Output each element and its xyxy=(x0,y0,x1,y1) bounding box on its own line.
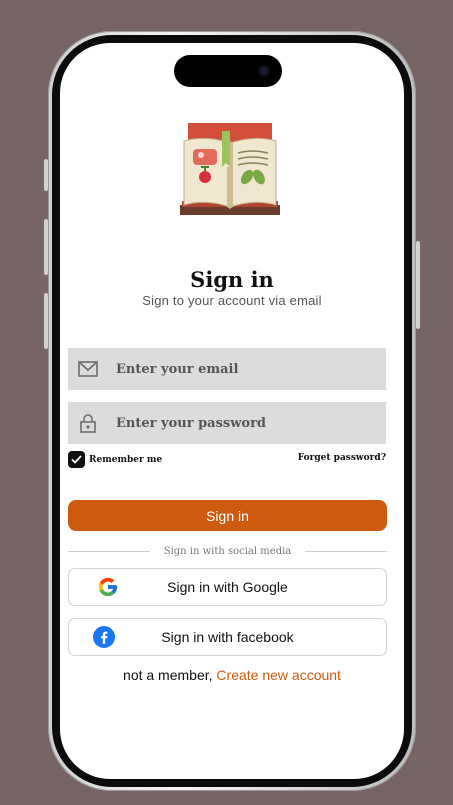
google-sign-in-button[interactable]: Sign in with Google xyxy=(68,568,387,606)
volume-down-button xyxy=(44,293,48,349)
remember-me[interactable]: Remember me xyxy=(68,451,162,468)
divider-line xyxy=(68,550,150,552)
remember-checkbox[interactable] xyxy=(68,451,85,468)
dynamic-island xyxy=(174,55,282,87)
password-input[interactable] xyxy=(114,414,386,432)
page-subtitle: Sign to your account via email xyxy=(142,293,322,308)
forgot-password-link[interactable]: Forget password? xyxy=(298,453,386,463)
signup-prompt: not a member, Create new account xyxy=(60,667,404,683)
mail-icon xyxy=(78,359,98,379)
volume-up-button xyxy=(44,219,48,275)
sign-in-button[interactable]: Sign in xyxy=(68,500,387,531)
password-field[interactable] xyxy=(68,402,386,444)
remember-label: Remember me xyxy=(89,454,163,465)
email-input[interactable] xyxy=(114,360,386,378)
facebook-button-label: Sign in with facebook xyxy=(161,629,294,645)
lock-icon xyxy=(78,413,98,433)
social-divider-text: Sign in with social media xyxy=(163,545,292,557)
power-button xyxy=(416,241,420,329)
email-field[interactable] xyxy=(68,348,386,390)
page-title: Sign in xyxy=(190,267,274,292)
recipe-book-icon xyxy=(178,121,282,225)
facebook-icon xyxy=(93,626,115,648)
action-button xyxy=(44,159,48,191)
google-icon xyxy=(97,576,119,598)
social-divider: Sign in with social media xyxy=(68,543,388,559)
signup-prompt-text: not a member, xyxy=(123,667,213,683)
facebook-sign-in-button[interactable]: Sign in with facebook xyxy=(68,618,387,656)
phone-frame: Sign in Sign to your account via email E… xyxy=(44,31,420,791)
screen: Sign in Sign to your account via email E… xyxy=(60,43,404,779)
create-account-link[interactable]: Create new account xyxy=(216,667,341,683)
camera-icon xyxy=(260,67,268,75)
divider-line xyxy=(305,550,388,552)
